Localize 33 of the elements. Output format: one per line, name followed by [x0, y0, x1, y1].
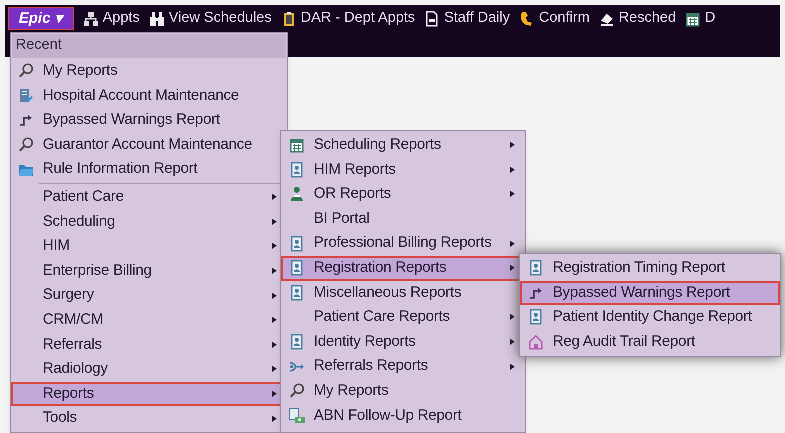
search-icon: [289, 383, 305, 400]
toolbar-button[interactable]: Staff Daily: [424, 7, 510, 30]
toolbar-button[interactable]: Resched: [598, 7, 676, 30]
menu-section-header: Recent: [12, 34, 286, 58]
report-icon: [289, 162, 305, 178]
report-icon: [289, 236, 305, 252]
bypass-arrow-icon: [18, 112, 34, 128]
report-icon: [289, 284, 305, 301]
network-icon: [82, 10, 99, 26]
person-icon: [289, 186, 305, 202]
toolbar-button[interactable]: D: [685, 7, 716, 30]
epic-menu-button[interactable]: Epic ▾: [8, 7, 74, 30]
report-icon: [528, 309, 544, 326]
report-icon: [289, 260, 305, 276]
binoculars-icon: [148, 10, 165, 26]
menu-item[interactable]: My Reports: [11, 59, 287, 84]
document-icon: [424, 10, 440, 26]
toolbar-button[interactable]: DAR - Dept Appts: [280, 7, 416, 30]
menu-item[interactable]: Bypassed Warnings Report: [11, 108, 287, 133]
search-icon: [18, 137, 34, 154]
toolbar-button[interactable]: View Schedules: [148, 7, 272, 30]
toolbar-button[interactable]: Confirm: [519, 7, 590, 30]
menu-item[interactable]: Bypassed Warnings Report: [520, 280, 780, 306]
report-money-icon: [289, 408, 305, 424]
toolbar-button[interactable]: Appts: [82, 7, 140, 30]
report-icon: [289, 334, 305, 350]
house-icon: [528, 334, 544, 350]
calendar-icon: [289, 137, 305, 154]
calendar-icon: [685, 10, 702, 26]
document-pencil-icon: [18, 88, 34, 104]
report-icon: [528, 260, 544, 276]
menu-item[interactable]: Hospital Account Maintenance: [11, 84, 287, 108]
search-icon: [18, 63, 34, 80]
